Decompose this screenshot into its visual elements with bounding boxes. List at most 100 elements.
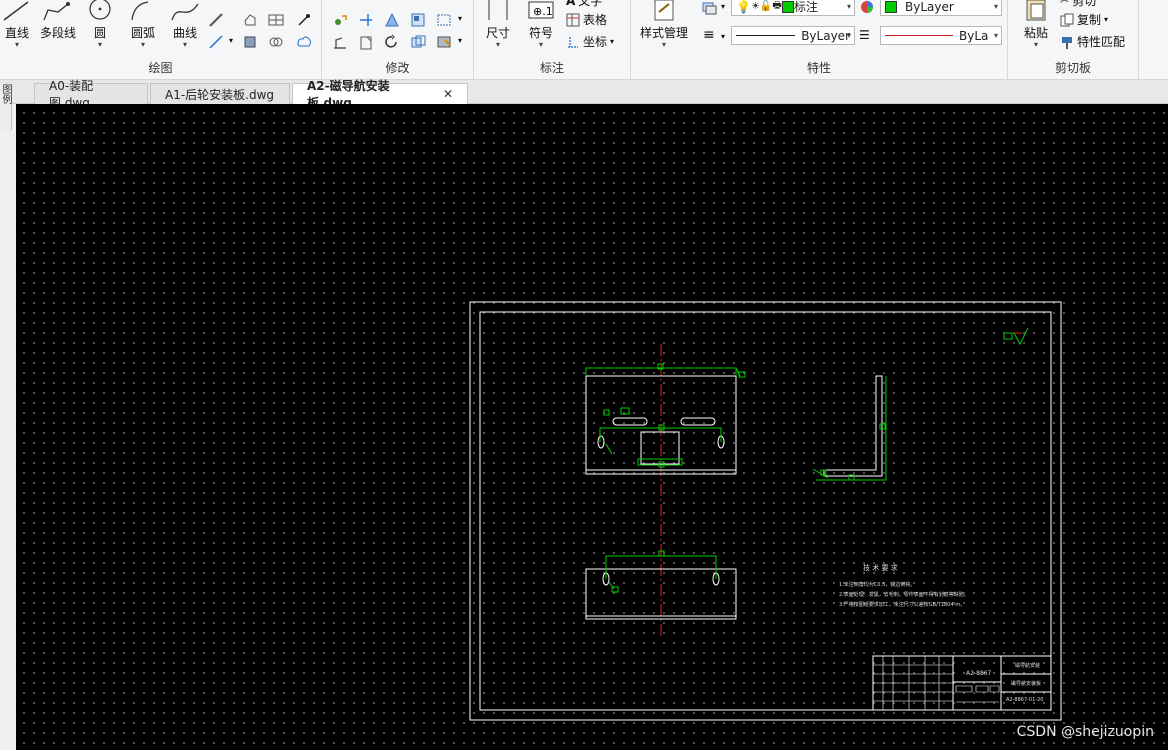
ribbon-toolbar: 直线 ▾ 多段线 圆 ▾ 圆弧 ▾ 曲线 ▾ ▾ 绘图 ▾ ▾ 修改 尺寸 ▾ … bbox=[0, 0, 1168, 80]
scissors-icon: ✂ bbox=[1060, 0, 1070, 7]
sheet-outer-border bbox=[469, 301, 1062, 721]
copy-button[interactable]: 复制 ▾ bbox=[1060, 11, 1108, 28]
layer-select[interactable]: 💡 ☀ 🔓 🖶 标注 ▾ bbox=[731, 0, 855, 16]
front-view bbox=[585, 363, 746, 475]
draw-group-title: 绘图 bbox=[148, 61, 173, 75]
color-swatch bbox=[885, 0, 897, 13]
revision-cloud-icon[interactable] bbox=[296, 34, 312, 50]
tech-req-title: 技 术 要 求 bbox=[863, 563, 898, 572]
boundary-icon[interactable] bbox=[242, 34, 258, 50]
color-value: ByLayer bbox=[905, 0, 954, 14]
chevron-down-icon: ▾ bbox=[495, 40, 500, 49]
circle-icon bbox=[89, 0, 111, 20]
chevron-down-icon: ▾ bbox=[846, 31, 851, 40]
title-block-cell: A2-8867-01-20 bbox=[1006, 697, 1043, 703]
chevron-down-icon: ▾ bbox=[846, 2, 851, 11]
scale-icon[interactable] bbox=[384, 12, 400, 28]
chevron-down-icon[interactable]: ▾ bbox=[458, 14, 462, 23]
layer-manager-icon[interactable] bbox=[701, 0, 717, 16]
construction-line-icon[interactable] bbox=[208, 12, 224, 28]
circle-button[interactable]: 圆 ▾ bbox=[84, 0, 116, 49]
text-label: 文字 bbox=[578, 0, 603, 8]
sun-icon: ☀ bbox=[750, 1, 760, 12]
hatch-icon[interactable] bbox=[268, 34, 284, 50]
tab-a1-rear-wheel[interactable]: A1-后轮安装板.dwg bbox=[150, 83, 290, 104]
side-view bbox=[812, 375, 887, 481]
table-insert-icon[interactable] bbox=[268, 12, 284, 28]
region-icon[interactable] bbox=[242, 12, 258, 28]
color-wheel-icon[interactable] bbox=[859, 0, 875, 15]
color-select[interactable]: ByLayer ▾ bbox=[880, 0, 1002, 16]
explode-icon[interactable] bbox=[436, 34, 452, 50]
table-label: 表格 bbox=[583, 13, 608, 27]
array-icon[interactable] bbox=[410, 12, 426, 28]
coordinate-button[interactable]: 坐标 ▾ bbox=[566, 33, 614, 50]
mirror-icon[interactable] bbox=[332, 34, 348, 50]
paste-button[interactable]: 粘贴 ▾ bbox=[1018, 0, 1054, 49]
table-icon bbox=[566, 13, 580, 26]
lineweight-select[interactable]: ByLayer ▾ bbox=[880, 26, 1002, 45]
chevron-down-icon: ▾ bbox=[182, 40, 187, 49]
title-block: A2-8867 磁导航安装 磁导航安装板 A2-8867-01-20 bbox=[872, 655, 1052, 711]
copy-object-icon[interactable] bbox=[410, 34, 426, 50]
arc-label: 圆弧 bbox=[130, 26, 155, 40]
lineweight-icon[interactable]: ☰ bbox=[859, 28, 870, 42]
title-block-cell: 磁导航安装 bbox=[1015, 662, 1040, 669]
curve-button[interactable]: 曲线 ▾ bbox=[166, 0, 204, 49]
dimension-button[interactable]: 尺寸 ▾ bbox=[480, 0, 516, 49]
symbol-button[interactable]: ⊕.1 符号 ▾ bbox=[522, 0, 560, 49]
chevron-down-icon: ▾ bbox=[538, 40, 543, 49]
legend-side-tool[interactable]: 图例 bbox=[0, 84, 12, 130]
copy-label: 复制 bbox=[1077, 13, 1102, 27]
copy-icon bbox=[1060, 13, 1074, 26]
document-tab-bar: A0-装配图.dwg A1-后轮安装板.dwg A2-磁导航安装板.dwg ✕ bbox=[0, 79, 1168, 110]
chevron-down-icon: ▾ bbox=[610, 37, 615, 46]
cut-button[interactable]: ✂ 剪切 bbox=[1060, 0, 1096, 9]
chevron-down-icon: ▾ bbox=[140, 40, 145, 49]
lightbulb-icon: 💡 bbox=[736, 0, 751, 14]
line-icon bbox=[3, 1, 29, 21]
text-button[interactable]: A 文字 bbox=[566, 0, 602, 9]
polyline-button[interactable]: 多段线 bbox=[36, 0, 80, 41]
tab-label: A1-后轮安装板.dwg bbox=[165, 87, 275, 102]
annotate-group-title: 标注 bbox=[539, 61, 564, 75]
polyline-icon bbox=[43, 2, 70, 21]
tab-a0-assembly[interactable]: A0-装配图.dwg bbox=[34, 79, 148, 110]
tech-req-line: 2.表面处理：发黑，去毛刺，零件表面不得有划痕等缺陷。 bbox=[839, 591, 969, 598]
chevron-down-icon[interactable]: ▾ bbox=[229, 36, 233, 45]
rotate-icon[interactable] bbox=[384, 34, 400, 50]
chevron-down-icon[interactable]: ▾ bbox=[721, 2, 725, 11]
printer-icon: 🖶 bbox=[772, 0, 782, 11]
modify-group-title: 修改 bbox=[385, 61, 410, 75]
style-manager-label: 样式管理 bbox=[639, 26, 688, 40]
chevron-down-icon: ▾ bbox=[1033, 40, 1038, 49]
linetype-select[interactable]: ByLayer ▾ bbox=[731, 26, 855, 45]
close-icon[interactable]: ✕ bbox=[443, 87, 453, 101]
style-manager-button[interactable]: 样式管理 ▾ bbox=[635, 0, 693, 49]
move-icon[interactable] bbox=[332, 12, 348, 28]
layer-list-icon[interactable]: ≡ bbox=[703, 27, 715, 43]
match-properties-button[interactable]: 特性匹配 bbox=[1060, 33, 1125, 50]
trim-icon[interactable] bbox=[358, 12, 374, 28]
symbol-icon: ⊕.1 bbox=[528, 1, 554, 19]
dimension-icon bbox=[488, 0, 508, 20]
side-tool-label: 图例 bbox=[0, 84, 11, 104]
text-icon: A bbox=[566, 0, 576, 8]
point-icon[interactable] bbox=[296, 12, 312, 28]
lineweight-preview bbox=[885, 35, 953, 36]
match-properties-label: 特性匹配 bbox=[1077, 35, 1126, 49]
drawing-canvas[interactable]: 技 术 要 求 1.未注倒角均为C0.5，锐边倒钝。 2.表面处理：发黑，去毛刺… bbox=[16, 104, 1168, 750]
modify-panel: ▾ ▾ 修改 bbox=[322, 0, 474, 80]
arc-button[interactable]: 圆弧 ▾ bbox=[124, 0, 162, 49]
offset-icon[interactable] bbox=[436, 12, 452, 28]
chevron-down-icon: ▾ bbox=[993, 2, 998, 11]
lock-icon: 🔓 bbox=[759, 1, 773, 12]
chevron-down-icon[interactable]: ▾ bbox=[721, 32, 725, 41]
ray-icon[interactable] bbox=[208, 34, 224, 50]
table-button[interactable]: 表格 bbox=[566, 11, 607, 28]
arc-icon bbox=[131, 1, 149, 21]
tab-a2-magnetic-nav[interactable]: A2-磁导航安装板.dwg ✕ bbox=[292, 79, 468, 110]
stretch-icon[interactable] bbox=[358, 34, 374, 50]
line-button[interactable]: 直线 ▾ bbox=[0, 0, 34, 49]
chevron-down-icon[interactable]: ▾ bbox=[458, 36, 462, 45]
